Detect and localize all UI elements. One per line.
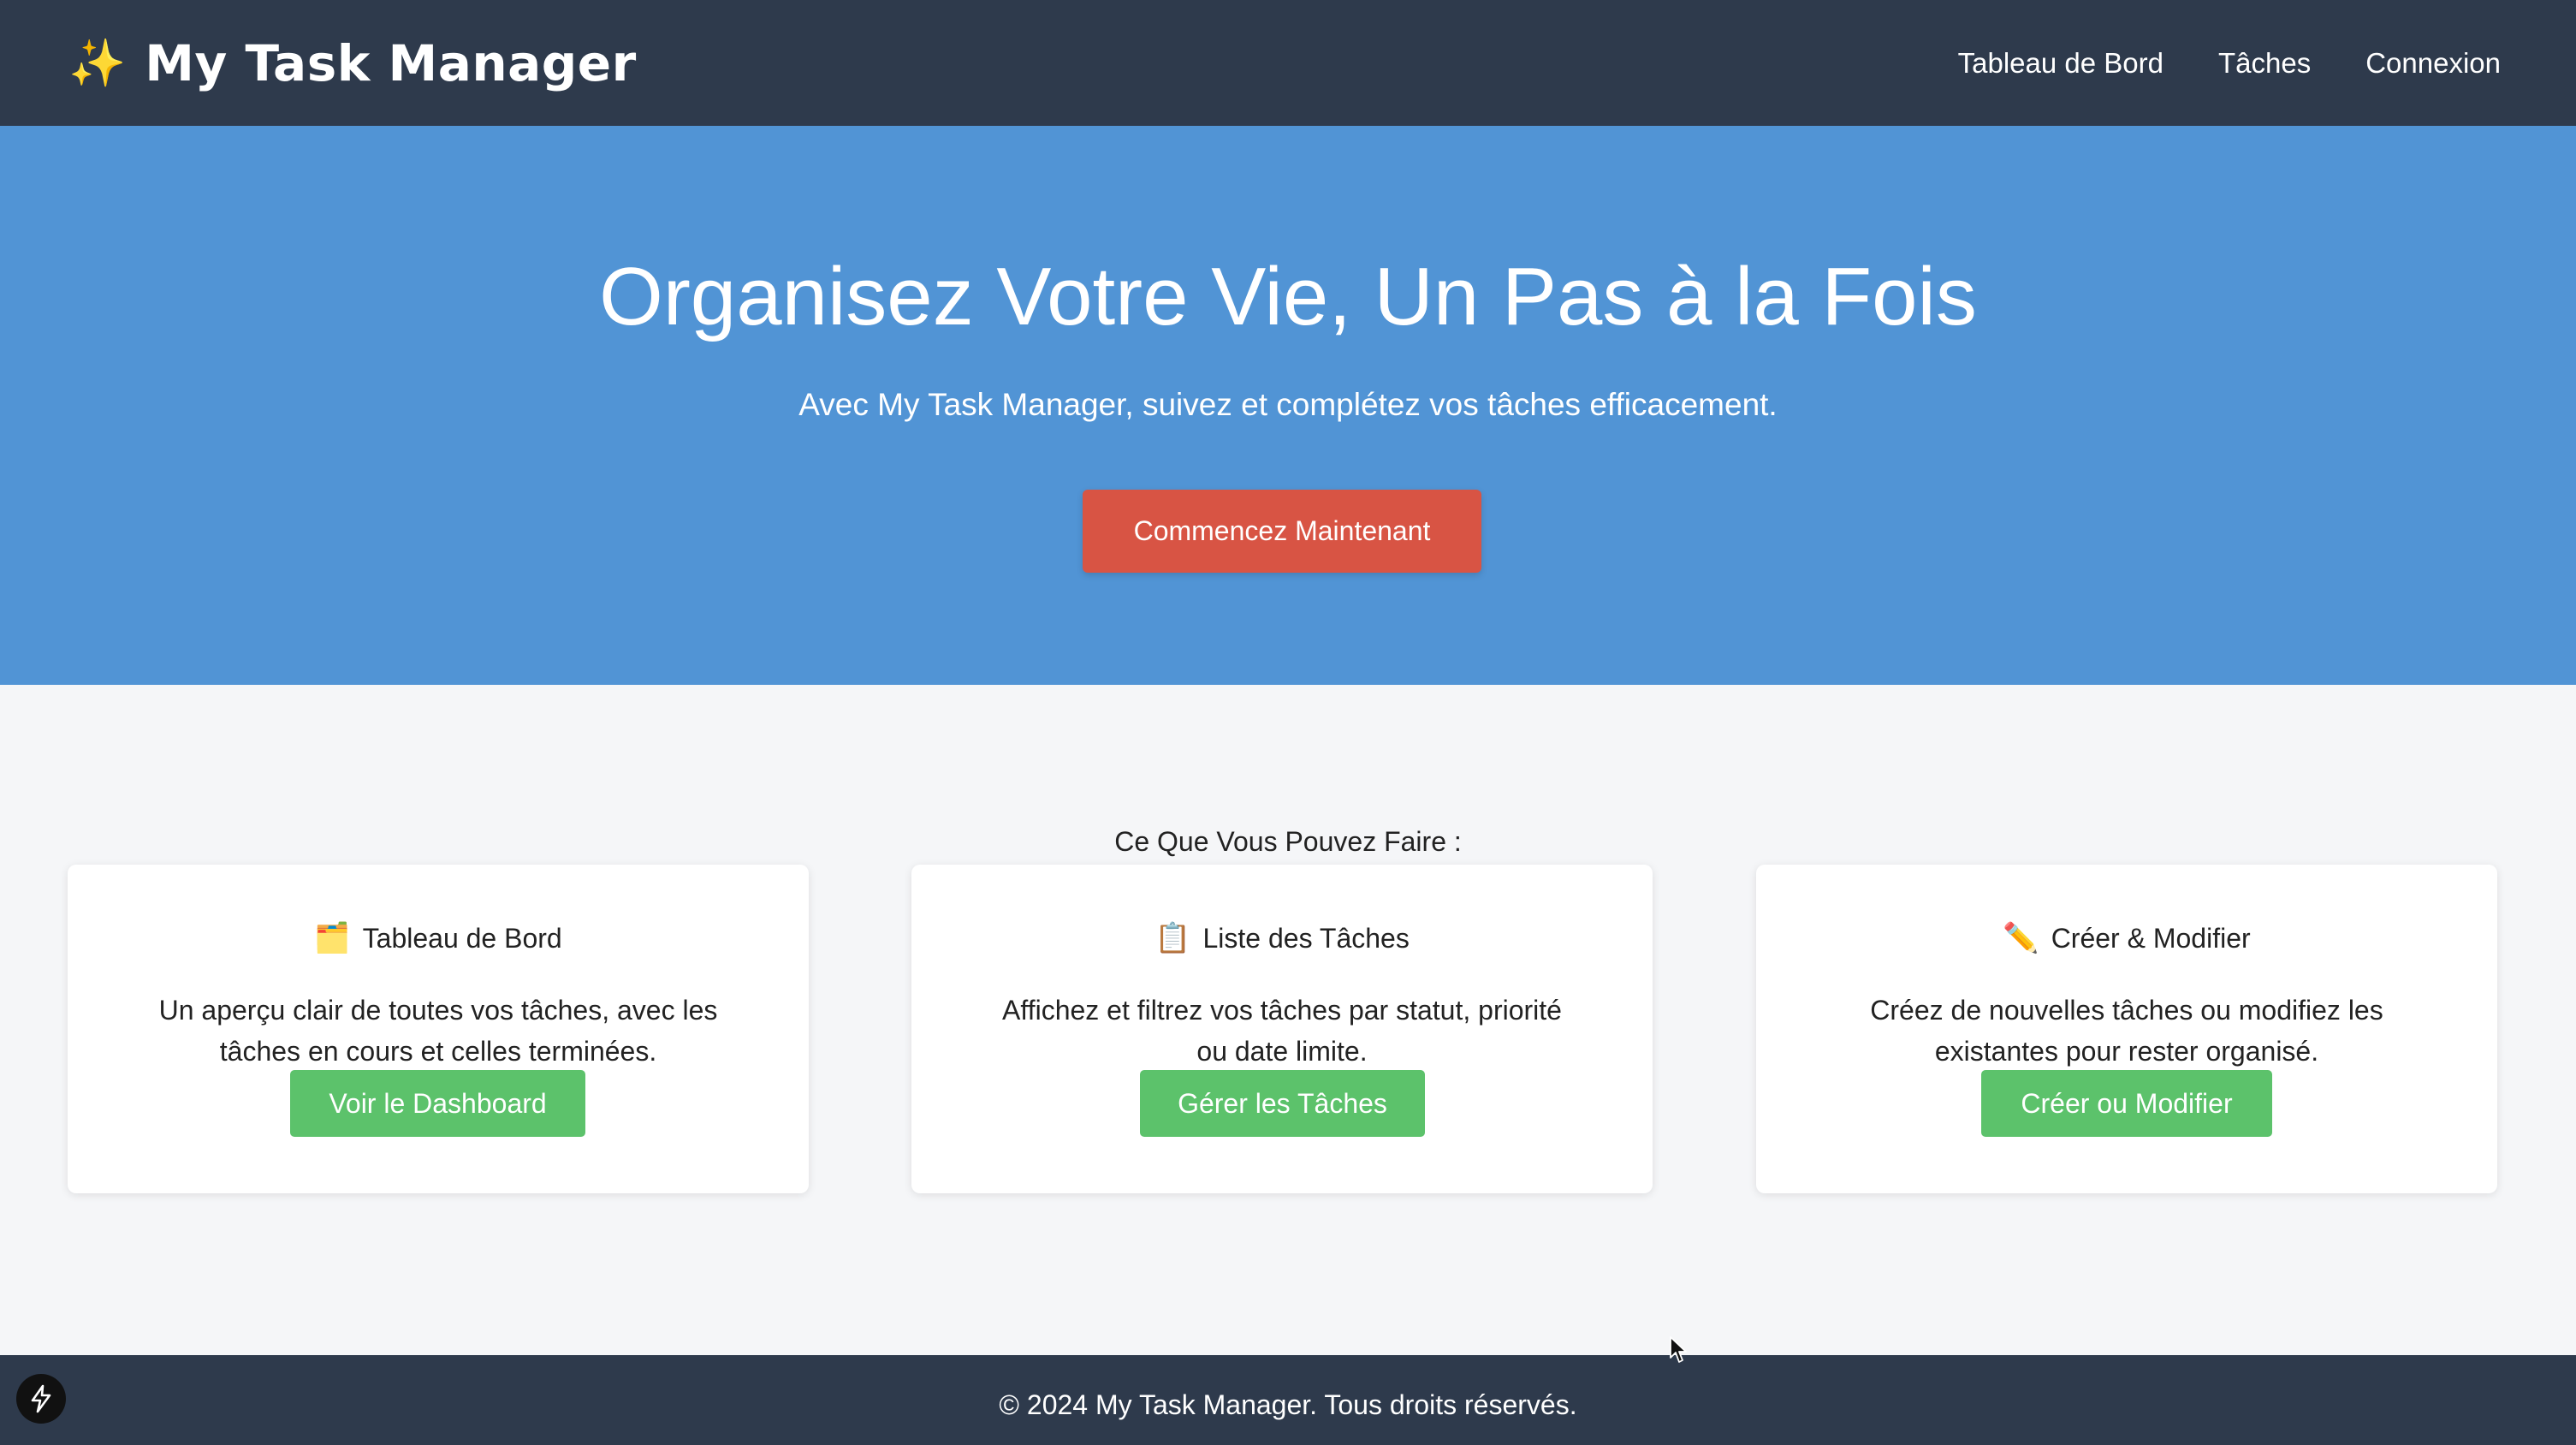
copyright-text: © 2024 My Task Manager. Tous droits rése… <box>999 1389 1577 1420</box>
feature-card-task-list: 📋 Liste des Tâches Affichez et filtrez v… <box>911 865 1653 1193</box>
card-title: 🗂️ Tableau de Bord <box>68 921 809 955</box>
card-description: Affichez et filtrez vos tâches par statu… <box>1002 995 1562 1067</box>
view-dashboard-button[interactable]: Voir le Dashboard <box>290 1070 585 1137</box>
get-started-button[interactable]: Commencez Maintenant <box>1083 490 1481 573</box>
mouse-cursor-icon <box>1670 1336 1687 1363</box>
pencil-icon: ✏️ <box>2003 922 2039 954</box>
hero-title: Organisez Votre Vie, Un Pas à la Fois <box>599 251 1977 342</box>
main-nav: Tableau de Bord Tâches Connexion <box>1958 47 2501 80</box>
card-description: Créez de nouvelles tâches ou modifiez le… <box>1870 995 2383 1067</box>
lightning-icon[interactable] <box>16 1374 66 1424</box>
features-heading: Ce Que Vous Pouvez Faire : <box>1114 826 1462 857</box>
create-or-edit-button[interactable]: Créer ou Modifier <box>1981 1070 2272 1137</box>
nav-link-tableau-de-bord[interactable]: Tableau de Bord <box>1958 47 2163 80</box>
nav-link-taches[interactable]: Tâches <box>2218 47 2311 80</box>
footer: © 2024 My Task Manager. Tous droits rése… <box>0 1355 2576 1445</box>
sparkles-icon: ✨ <box>68 37 127 89</box>
brand-title: My Task Manager <box>145 33 637 92</box>
folder-icon: 🗂️ <box>314 922 351 954</box>
card-title: 📋 Liste des Tâches <box>911 921 1653 955</box>
feature-card-dashboard: 🗂️ Tableau de Bord Un aperçu clair de to… <box>68 865 809 1193</box>
navbar: ✨ My Task Manager Tableau de Bord Tâches… <box>0 0 2576 126</box>
card-title-text: Tableau de Bord <box>362 922 562 954</box>
card-description: Un aperçu clair de toutes vos tâches, av… <box>158 995 718 1067</box>
manage-tasks-button[interactable]: Gérer les Tâches <box>1140 1070 1425 1137</box>
card-title-text: Créer & Modifier <box>2051 922 2251 954</box>
clipboard-icon: 📋 <box>1154 922 1191 954</box>
card-title: ✏️ Créer & Modifier <box>1756 921 2497 955</box>
feature-card-create-edit: ✏️ Créer & Modifier Créez de nouvelles t… <box>1756 865 2497 1193</box>
card-title-text: Liste des Tâches <box>1202 922 1410 954</box>
nav-link-connexion[interactable]: Connexion <box>2365 47 2501 80</box>
brand[interactable]: ✨ My Task Manager <box>68 34 637 92</box>
hero-subtitle: Avec My Task Manager, suivez et compléte… <box>798 387 1778 422</box>
hero-section: Organisez Votre Vie, Un Pas à la Fois Av… <box>0 126 2576 685</box>
